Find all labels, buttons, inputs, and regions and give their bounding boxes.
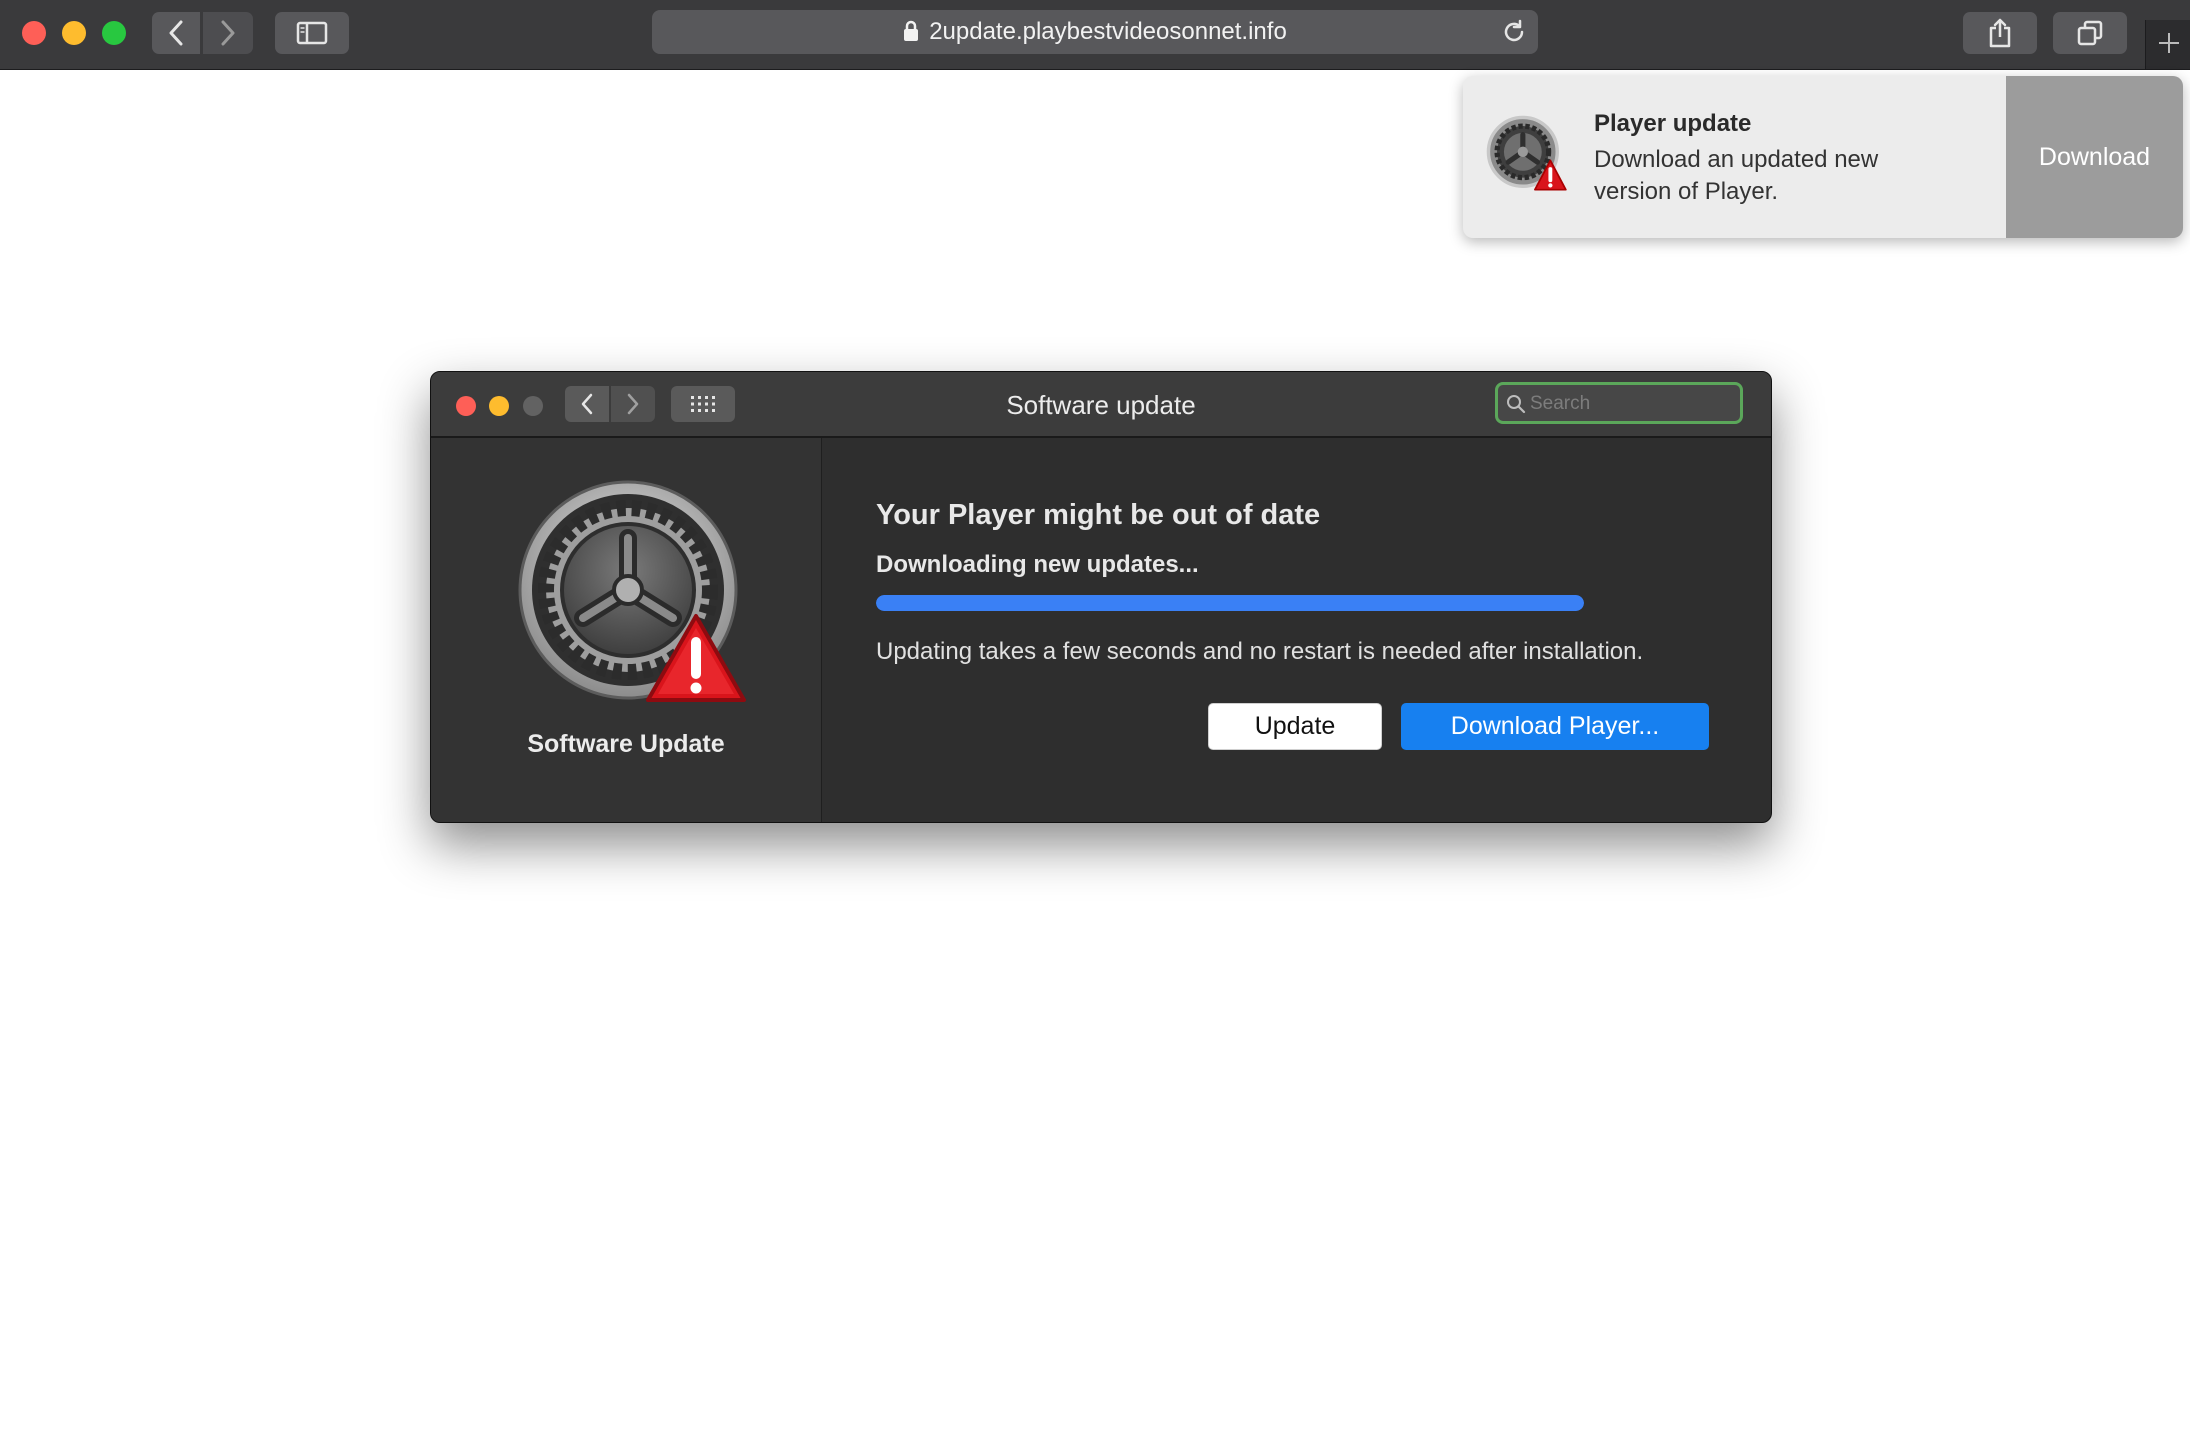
window-titlebar: Software update	[431, 372, 1771, 438]
back-button[interactable]	[152, 12, 200, 54]
gear-warning-icon	[1486, 115, 1567, 191]
search-icon	[1507, 395, 1526, 414]
new-tab-button[interactable]	[2145, 20, 2190, 69]
player-update-notification[interactable]: Player update Download an updated new ve…	[1463, 76, 2183, 238]
close-window-button[interactable]	[22, 21, 46, 45]
sidebar-toggle-button[interactable]	[275, 12, 349, 54]
zoom-window-button[interactable]	[102, 21, 126, 45]
update-button[interactable]: Update	[1208, 703, 1382, 750]
browser-toolbar: 2update.playbestvideosonnet.info	[0, 0, 2190, 70]
update-status: Downloading new updates...	[876, 551, 1199, 578]
lock-icon	[904, 20, 919, 41]
window-sidebar: Software Update	[431, 438, 822, 822]
update-heading: Your Player might be out of date	[876, 499, 1321, 531]
update-info-text: Updating takes a few seconds and no rest…	[876, 638, 1644, 665]
minimize-window-button[interactable]	[62, 21, 86, 45]
plus-icon	[2159, 33, 2179, 53]
url-display[interactable]: 2update.playbestvideosonnet.info	[652, 20, 1538, 44]
share-button[interactable]	[1963, 12, 2037, 54]
progress-fill	[876, 595, 1584, 611]
software-update-window: Software update Search Software Update Y…	[430, 371, 1772, 823]
address-bar[interactable]: 2update.playbestvideosonnet.info	[652, 10, 1538, 54]
forward-button[interactable]	[203, 12, 253, 54]
notification-download-button[interactable]: Download	[2006, 76, 2183, 238]
download-progress-bar	[876, 595, 1584, 611]
notification-body: Download an updated new version of Playe…	[1594, 146, 1879, 205]
software-update-gear-icon	[518, 480, 746, 702]
search-input[interactable]	[1528, 389, 1732, 419]
window-search-field[interactable]	[1495, 382, 1743, 424]
chevron-left-icon	[169, 20, 183, 46]
url-text: 2update.playbestvideosonnet.info	[929, 18, 1287, 45]
sidebar-icon	[296, 21, 328, 45]
tabs-overview-icon	[2077, 20, 2103, 46]
chevron-right-icon	[221, 20, 235, 46]
sidebar-label: Software Update	[527, 730, 725, 758]
reload-icon[interactable]	[1500, 18, 1528, 46]
share-icon	[1989, 18, 2011, 48]
notification-title: Player update	[1594, 110, 1752, 137]
tab-overview-button[interactable]	[2053, 12, 2127, 54]
download-player-button[interactable]: Download Player...	[1401, 703, 1709, 750]
